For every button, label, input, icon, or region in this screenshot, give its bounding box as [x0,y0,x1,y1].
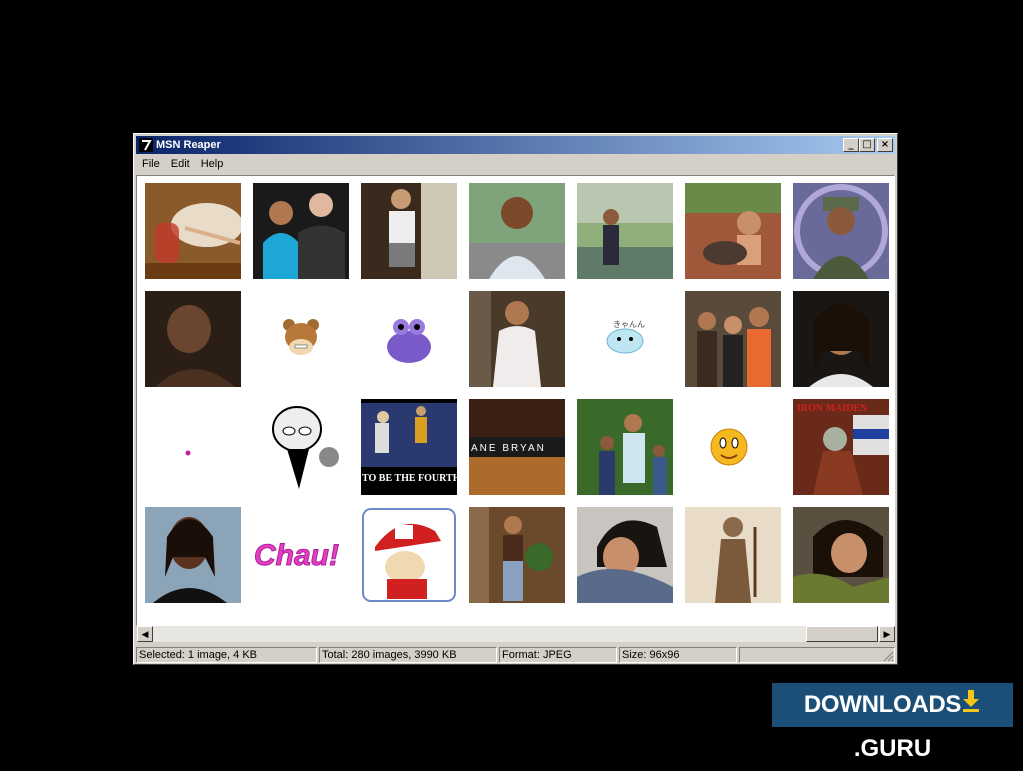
thumbnail-boy-cap-photo[interactable] [793,183,889,279]
watermark-right-text: .GURU [853,735,932,762]
thumbnail-saint-statue-image[interactable] [685,507,781,603]
horizontal-scrollbar[interactable]: ◀ ▶ [137,626,895,642]
thumbnail-family-garden-photo[interactable] [577,399,673,495]
thumbnail-chau-text-image[interactable]: Chau! [253,507,349,603]
downloads-guru-watermark: DOWNLOADS .GURU [772,683,1013,762]
thumbnail-girl-thinking-photo[interactable] [577,507,673,603]
title-bar[interactable]: MSN Reaper _ □ × [136,136,895,154]
svg-text:ANE BRYAN: ANE BRYAN [471,443,546,454]
scroll-right-arrow-icon[interactable]: ▶ [879,626,895,642]
thumbnail-woman-portrait-photo[interactable] [145,507,241,603]
thumbnail-smiley-emoticon[interactable] [685,399,781,495]
status-empty [739,647,895,663]
svg-text:IRON MAIDEN: IRON MAIDEN [797,403,868,414]
thumbnail-man-outdoor-photo[interactable] [469,183,565,279]
thumbnail-kids-bleachers-photo[interactable]: TO BE THE FOURTH [361,399,457,495]
thumbnail-woman-night-photo[interactable] [793,291,889,387]
status-size: Size: 96x96 [619,647,737,663]
maximize-button[interactable]: □ [859,138,875,152]
thumbnail-tiny-dot-image[interactable] [145,399,241,495]
status-format: Format: JPEG [499,647,617,663]
menu-help[interactable]: Help [195,155,229,170]
scroll-left-arrow-icon[interactable]: ◀ [137,626,153,642]
thumbnail-woman-park-photo[interactable] [577,183,673,279]
status-bar: Selected: 1 image, 4 KB Total: 280 image… [136,646,895,663]
status-total: Total: 280 images, 3990 KB [319,647,497,663]
thumbnail-child-dog-photo[interactable] [685,183,781,279]
thumbnail-boy-photo[interactable] [361,183,457,279]
close-button[interactable]: × [877,138,893,152]
app-window: MSN Reaper _ □ × File Edit Help きゃんん TO … [133,133,898,665]
thumbnail-girl-pose-photo[interactable] [793,507,889,603]
thumbnail-cartoon-kid-flag-image[interactable] [361,507,457,603]
thumbnail-store-front-photo[interactable]: ANE BRYAN [469,399,565,495]
thumbnail-iron-maiden-image[interactable]: IRON MAIDEN [793,399,889,495]
thumbnail-purple-creature-emoticon[interactable] [361,291,457,387]
window-title: MSN Reaper [156,139,221,151]
thumbnail-woman-dark-photo[interactable] [145,291,241,387]
thumbnail-bear-emoticon[interactable] [253,291,349,387]
svg-text:TO BE THE FOURTH: TO BE THE FOURTH [362,473,457,484]
menu-bar: File Edit Help [136,155,895,174]
thumbnail-grid: きゃんん TO BE THE FOURTH ANE BRYAN IRON MAI… [136,175,895,626]
resize-grip-icon[interactable] [882,650,894,662]
thumbnail-food-photo[interactable] [145,183,241,279]
thumbnail-cartoon-girl-image[interactable] [253,399,349,495]
reaper-app-icon [139,138,153,152]
thumbnail-couple-photo[interactable] [253,183,349,279]
minimize-button[interactable]: _ [843,138,859,152]
watermark-left-text: DOWNLOADS [803,691,962,718]
scroll-thumb[interactable] [806,626,878,642]
menu-file[interactable]: File [136,155,165,170]
thumbnail-blue-blob-emoticon[interactable]: きゃんん [577,291,673,387]
svg-text:Chau!: Chau! [254,539,339,572]
download-arrow-icon [963,690,980,712]
menu-edit[interactable]: Edit [165,155,195,170]
svg-text:きゃんん: きゃんん [613,320,645,329]
thumbnail-family-photo[interactable] [685,291,781,387]
thumbnail-woman-mall-photo[interactable] [469,507,565,603]
status-selected: Selected: 1 image, 4 KB [136,647,317,663]
thumbnail-woman-tree-photo[interactable] [469,291,565,387]
